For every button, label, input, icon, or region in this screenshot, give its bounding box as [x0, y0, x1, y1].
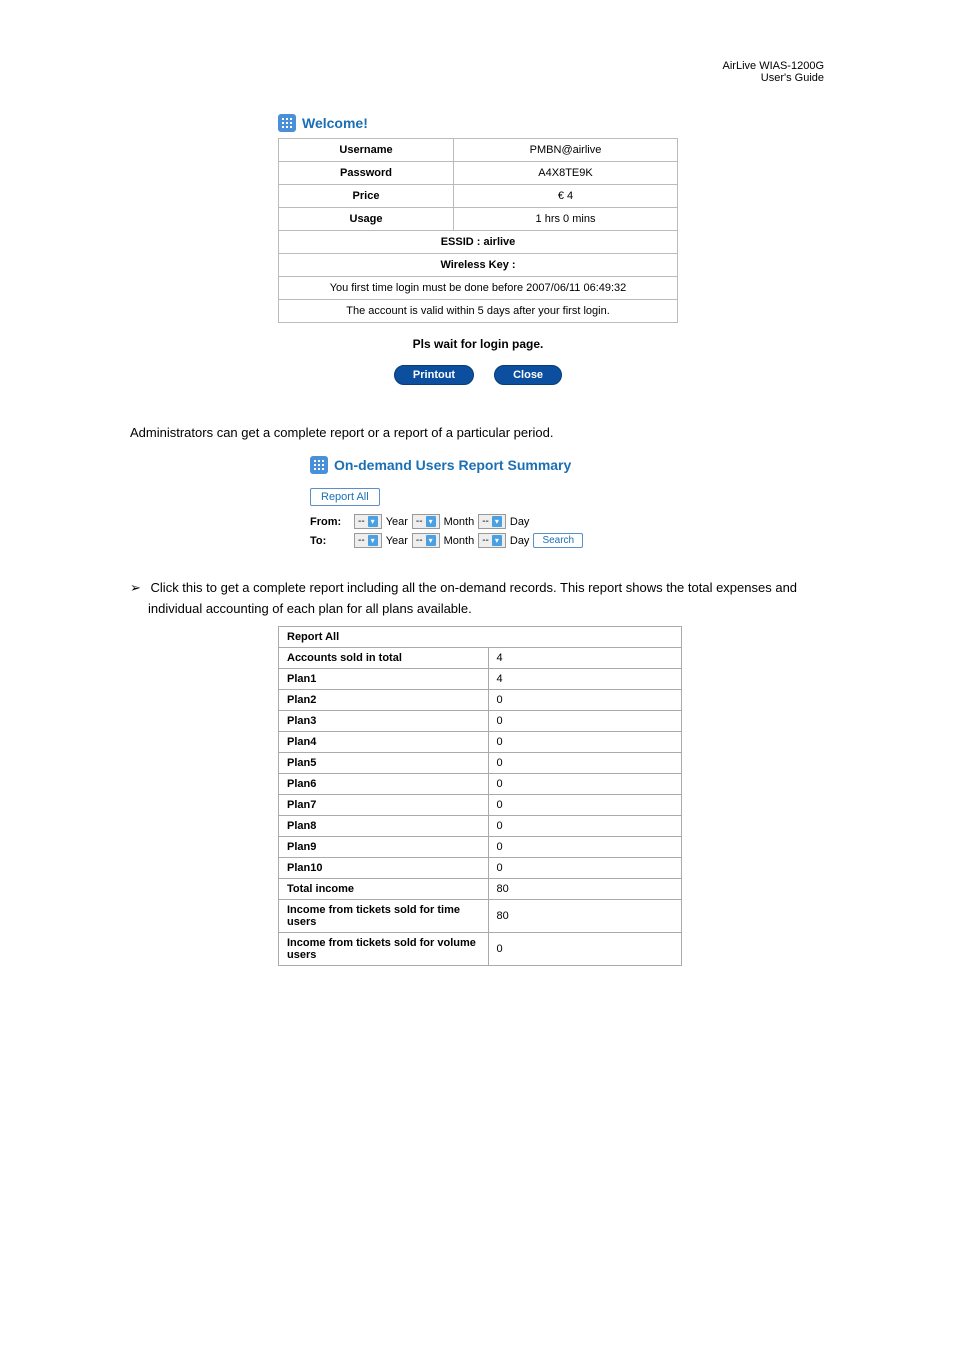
row-value: 0 [488, 731, 681, 752]
row-value: 80 [488, 899, 681, 932]
day-text: Day [510, 535, 530, 547]
table-row: Total income80 [279, 878, 682, 899]
table-row: Plan14 [279, 668, 682, 689]
table-row: Plan60 [279, 773, 682, 794]
row-value: 0 [488, 932, 681, 965]
row-key: Total income [279, 878, 489, 899]
table-row: Plan90 [279, 836, 682, 857]
chevron-down-icon: ▾ [492, 516, 502, 527]
row-key: Plan8 [279, 815, 489, 836]
search-button[interactable]: Search [533, 533, 583, 548]
row-value: 0 [488, 773, 681, 794]
month-text: Month [444, 516, 475, 528]
table-row: Plan20 [279, 689, 682, 710]
chevron-down-icon: ▾ [492, 535, 502, 546]
row-value: 80 [488, 878, 681, 899]
row-value: 0 [488, 752, 681, 773]
year-text: Year [386, 516, 408, 528]
row-value: 0 [488, 836, 681, 857]
usage-label: Usage [279, 208, 454, 231]
table-row: Plan80 [279, 815, 682, 836]
row-value: 4 [488, 668, 681, 689]
to-month-select[interactable]: --▾ [412, 533, 440, 548]
row-key: Plan3 [279, 710, 489, 731]
row-key: Income from tickets sold for volume user… [279, 932, 489, 965]
doc-title: User's Guide [761, 72, 824, 84]
from-year-select[interactable]: --▾ [354, 514, 382, 529]
paragraph-text: Click this to get a complete report incl… [148, 580, 797, 616]
row-key: Income from tickets sold for time users [279, 899, 489, 932]
grid-icon [310, 456, 328, 474]
row-key: Plan4 [279, 731, 489, 752]
table-row: Income from tickets sold for time users8… [279, 899, 682, 932]
valid-row: The account is valid within 5 days after… [279, 300, 678, 323]
table-row: Plan40 [279, 731, 682, 752]
price-value: € 4 [454, 185, 678, 208]
admin-text: Administrators can get a complete report… [130, 425, 824, 440]
table-row: Plan50 [279, 752, 682, 773]
report-all-table: Report All Accounts sold in total4Plan14… [278, 626, 682, 966]
table-row: Plan100 [279, 857, 682, 878]
report-all-button[interactable]: Report All [310, 488, 380, 506]
row-value: 4 [488, 647, 681, 668]
row-value: 0 [488, 857, 681, 878]
row-key: Plan1 [279, 668, 489, 689]
day-text: Day [510, 516, 530, 528]
from-day-select[interactable]: --▾ [478, 514, 506, 529]
username-value: PMBN@airlive [454, 139, 678, 162]
price-label: Price [279, 185, 454, 208]
printout-button[interactable]: Printout [394, 365, 474, 385]
summary-title: On-demand Users Report Summary [334, 457, 571, 473]
grid-icon [278, 114, 296, 132]
close-button[interactable]: Close [494, 365, 562, 385]
chevron-down-icon: ▾ [368, 516, 378, 527]
to-day-select[interactable]: --▾ [478, 533, 506, 548]
to-year-select[interactable]: --▾ [354, 533, 382, 548]
row-key: Plan5 [279, 752, 489, 773]
chevron-down-icon: ▾ [368, 535, 378, 546]
row-key: Plan7 [279, 794, 489, 815]
report-all-title: Report All [279, 626, 682, 647]
username-label: Username [279, 139, 454, 162]
table-row: Plan30 [279, 710, 682, 731]
wkey-row: Wireless Key : [279, 254, 678, 277]
essid-row: ESSID : airlive [279, 231, 678, 254]
row-value: 0 [488, 794, 681, 815]
row-key: Plan6 [279, 773, 489, 794]
usage-value: 1 hrs 0 mins [454, 208, 678, 231]
table-row: Plan70 [279, 794, 682, 815]
row-key: Plan9 [279, 836, 489, 857]
password-value: A4X8TE9K [454, 162, 678, 185]
year-text: Year [386, 535, 408, 547]
report-all-paragraph: ➢ Click this to get a complete report in… [130, 578, 824, 620]
row-key: Plan10 [279, 857, 489, 878]
row-value: 0 [488, 815, 681, 836]
month-text: Month [444, 535, 475, 547]
product-name: AirLive WIAS-1200G [723, 60, 824, 72]
wait-text: Pls wait for login page. [278, 337, 678, 351]
chevron-down-icon: ▾ [426, 535, 436, 546]
welcome-title: Welcome! [302, 115, 368, 131]
table-row: Income from tickets sold for volume user… [279, 932, 682, 965]
password-label: Password [279, 162, 454, 185]
row-value: 0 [488, 689, 681, 710]
first-login-row: You first time login must be done before… [279, 277, 678, 300]
from-month-select[interactable]: --▾ [412, 514, 440, 529]
arrow-icon: ➢ [130, 580, 141, 595]
table-row: Accounts sold in total4 [279, 647, 682, 668]
row-key: Accounts sold in total [279, 647, 489, 668]
welcome-table: Username PMBN@airlive Password A4X8TE9K … [278, 138, 678, 323]
row-key: Plan2 [279, 689, 489, 710]
row-value: 0 [488, 710, 681, 731]
from-label: From: [310, 516, 350, 528]
to-label: To: [310, 535, 350, 547]
chevron-down-icon: ▾ [426, 516, 436, 527]
doc-header: AirLive WIAS-1200G User's Guide [130, 60, 824, 84]
